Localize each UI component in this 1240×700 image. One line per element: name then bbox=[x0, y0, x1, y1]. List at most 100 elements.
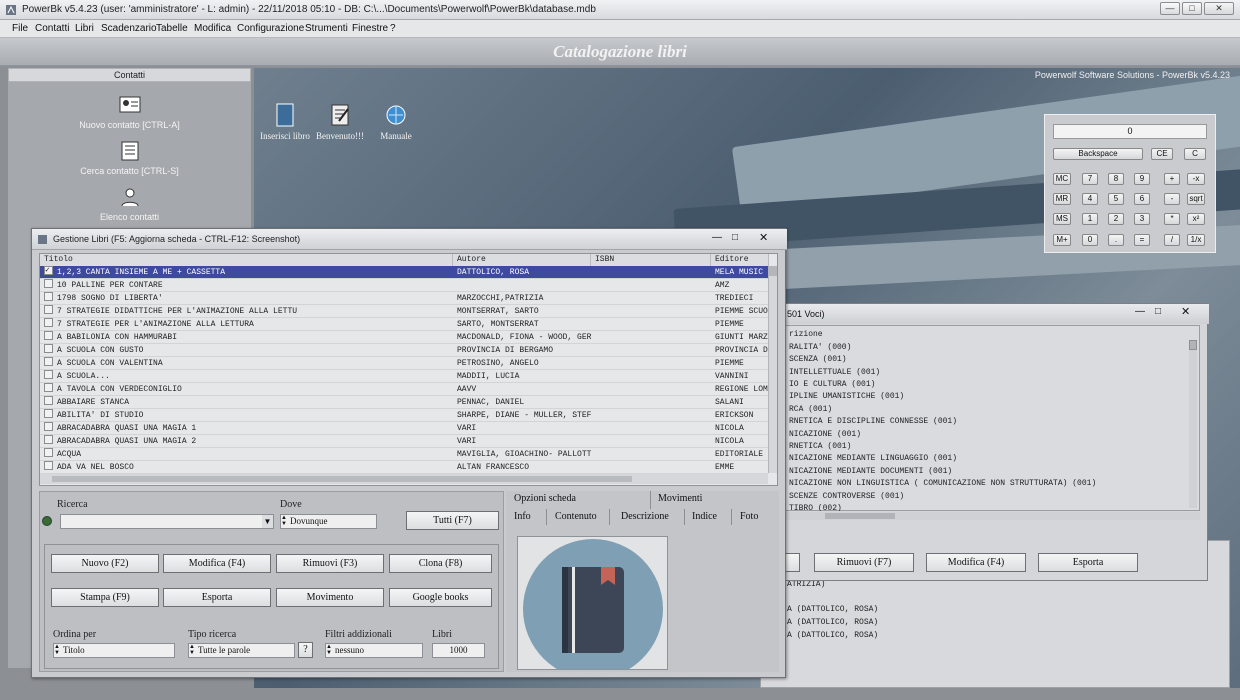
spinner-icon[interactable]: ▲ ▼ bbox=[54, 644, 60, 656]
calc-3-button[interactable]: 3 bbox=[1134, 213, 1150, 225]
tab-info[interactable]: Info bbox=[514, 511, 531, 522]
calc-mr-button[interactable]: MR bbox=[1053, 193, 1071, 205]
table-row[interactable]: A TAVOLA CON VERDECONIGLIO AAVV REGIONE LO… bbox=[40, 383, 768, 396]
restore-button[interactable]: □ bbox=[732, 232, 738, 243]
calc-ms-button[interactable]: MS bbox=[1053, 213, 1071, 225]
vertical-scrollbar[interactable] bbox=[1189, 340, 1197, 508]
table-row[interactable]: ABRACADABRA QUASI UNA MAGIA 2 VARI NICOLA bbox=[40, 435, 768, 448]
minimize-button[interactable]: — bbox=[712, 232, 722, 243]
table-row[interactable]: A SCUOLA CON VALENTINA PETROSINO, ANGELO P… bbox=[40, 357, 768, 370]
calc-4-button[interactable]: 4 bbox=[1082, 193, 1098, 205]
horizontal-scrollbar[interactable] bbox=[785, 512, 1200, 520]
welcome-shortcut[interactable]: Benvenuto!!! bbox=[310, 103, 370, 141]
help-button[interactable]: ? bbox=[298, 642, 313, 658]
table-row[interactable]: ABBAIARE STANCA PENNAC, DANIEL SALANI bbox=[40, 396, 768, 409]
spinner-icon[interactable]: ▲ ▼ bbox=[326, 644, 332, 656]
table-row[interactable]: 7 STRATEGIE PER L'ANIMAZIONE ALLA LETTUR… bbox=[40, 318, 768, 331]
remove-button[interactable]: Rimuovi (F7) bbox=[814, 553, 914, 572]
row-checkbox[interactable] bbox=[44, 370, 53, 379]
calc-negate-button[interactable]: -x bbox=[1187, 173, 1205, 185]
menu-scadenzario[interactable]: Scadenzario bbox=[101, 23, 157, 34]
menu-finestre[interactable]: Finestre bbox=[352, 23, 388, 34]
minimize-button[interactable]: — bbox=[1160, 2, 1180, 15]
list-item[interactable]: TIBRO (002) bbox=[789, 503, 842, 511]
calc-7-button[interactable]: 7 bbox=[1082, 173, 1098, 185]
row-checkbox[interactable] bbox=[44, 383, 53, 392]
table-row[interactable]: A SCUOLA... MADDII, LUCIA VANNINI bbox=[40, 370, 768, 383]
scrollbar-thumb[interactable] bbox=[1189, 340, 1197, 350]
list-item[interactable]: SCENZA (001) bbox=[789, 354, 847, 366]
row-checkbox[interactable] bbox=[44, 409, 53, 418]
classification-list[interactable]: rizione RALITA' (000) SCENZA (001) INTEL… bbox=[785, 325, 1200, 511]
calc-decimal-button[interactable]: . bbox=[1108, 234, 1124, 246]
menu-help[interactable]: ? bbox=[390, 23, 396, 34]
export-button[interactable]: Esporta bbox=[1038, 553, 1138, 572]
row-checkbox[interactable] bbox=[44, 461, 53, 470]
row-checkbox[interactable] bbox=[44, 344, 53, 353]
scrollbar-thumb[interactable] bbox=[52, 476, 632, 482]
calc-2-button[interactable]: 2 bbox=[1108, 213, 1124, 225]
search-input[interactable] bbox=[60, 514, 274, 529]
table-row[interactable]: 1798 SOGNO DI LIBERTA' MARZOCCHI,PATRIZIA… bbox=[40, 292, 768, 305]
calc-equals-button[interactable]: = bbox=[1134, 234, 1150, 246]
column-header-autore[interactable]: Autore bbox=[453, 254, 591, 266]
calc-9-button[interactable]: 9 bbox=[1134, 173, 1150, 185]
calc-ce-button[interactable]: CE bbox=[1151, 148, 1173, 160]
row-checkbox[interactable] bbox=[44, 279, 53, 288]
table-row[interactable]: ABILITA' DI STUDIO SHARPE, DIANE - MULLER… bbox=[40, 409, 768, 422]
search-type-select[interactable]: Tutte le parole bbox=[188, 643, 295, 658]
menu-strumenti[interactable]: Strumenti bbox=[305, 23, 348, 34]
calc-backspace-button[interactable]: Backspace bbox=[1053, 148, 1143, 160]
classification-column-header[interactable]: rizione bbox=[789, 329, 823, 341]
where-select[interactable]: Dovunque bbox=[280, 514, 377, 529]
list-item[interactable]: RALITA' (000) bbox=[789, 342, 851, 354]
table-row[interactable]: ✓ 1,2,3 CANTA INSIEME A ME + CASSETTA DATT… bbox=[40, 266, 768, 279]
table-row[interactable]: 7 STRATEGIE DIDATTICHE PER L'ANIMAZIONE … bbox=[40, 305, 768, 318]
table-row[interactable]: A SCUOLA CON GUSTO PROVINCIA DI BERGAMO PR… bbox=[40, 344, 768, 357]
menu-libri[interactable]: Libri bbox=[75, 23, 94, 34]
row-checkbox[interactable] bbox=[44, 448, 53, 457]
list-item[interactable]: SCENZE CONTROVERSE (001) bbox=[789, 491, 904, 503]
column-header-isbn[interactable]: ISBN bbox=[591, 254, 711, 266]
row-checkbox[interactable] bbox=[44, 305, 53, 314]
remove-button[interactable]: Rimuovi (F3) bbox=[276, 554, 384, 573]
chevron-down-icon[interactable]: ▼ bbox=[262, 515, 273, 528]
row-checkbox[interactable] bbox=[44, 318, 53, 327]
tab-descrizione[interactable]: Descrizione bbox=[621, 511, 669, 522]
clone-button[interactable]: Clona (F8) bbox=[389, 554, 492, 573]
list-item[interactable]: NICAZIONE (001) bbox=[789, 429, 861, 441]
print-button[interactable]: Stampa (F9) bbox=[51, 588, 159, 607]
close-button[interactable]: ✕ bbox=[1181, 305, 1190, 318]
list-item[interactable]: RNETICA (001) bbox=[789, 441, 851, 453]
calc-mc-button[interactable]: MC bbox=[1053, 173, 1071, 185]
movement-button[interactable]: Movimento bbox=[276, 588, 384, 607]
calc-8-button[interactable]: 8 bbox=[1108, 173, 1124, 185]
calc-0-button[interactable]: 0 bbox=[1082, 234, 1098, 246]
calc-1-button[interactable]: 1 bbox=[1082, 213, 1098, 225]
tab-opzioni-scheda[interactable]: Opzioni scheda bbox=[514, 493, 576, 504]
contact-list-item[interactable]: Elenco contatti bbox=[8, 186, 251, 222]
row-checkbox[interactable] bbox=[44, 331, 53, 340]
sort-select[interactable]: Titolo bbox=[53, 643, 175, 658]
row-checkbox[interactable] bbox=[44, 396, 53, 405]
list-item[interactable]: IPLINE UMANISTICHE (001) bbox=[789, 391, 904, 403]
horizontal-scrollbar[interactable] bbox=[40, 474, 768, 484]
manual-shortcut[interactable]: Manuale bbox=[366, 103, 426, 141]
export-button[interactable]: Esporta bbox=[163, 588, 271, 607]
table-row[interactable]: A BABILONIA CON HAMMURABI MACDONALD, FION… bbox=[40, 331, 768, 344]
row-checkbox[interactable] bbox=[44, 292, 53, 301]
list-item[interactable]: IO E CULTURA (001) bbox=[789, 379, 875, 391]
calc-c-button[interactable]: C bbox=[1184, 148, 1206, 160]
tab-indice[interactable]: Indice bbox=[692, 511, 717, 522]
calc-minus-button[interactable]: - bbox=[1164, 193, 1180, 205]
show-all-button[interactable]: Tutti (F7) bbox=[406, 511, 499, 530]
menu-contatti[interactable]: Contatti bbox=[35, 23, 69, 34]
column-header-editore[interactable]: Editore bbox=[711, 254, 769, 266]
maximize-button[interactable]: □ bbox=[1182, 2, 1202, 15]
row-checkbox[interactable] bbox=[44, 357, 53, 366]
maximize-button[interactable]: □ bbox=[1155, 306, 1161, 317]
close-button[interactable]: ✕ bbox=[1204, 2, 1234, 15]
books-count-field[interactable]: 1000 bbox=[432, 643, 485, 658]
list-item[interactable]: INTELLETTUALE (001) bbox=[789, 367, 880, 379]
edit-button[interactable]: Modifica (F4) bbox=[926, 553, 1026, 572]
